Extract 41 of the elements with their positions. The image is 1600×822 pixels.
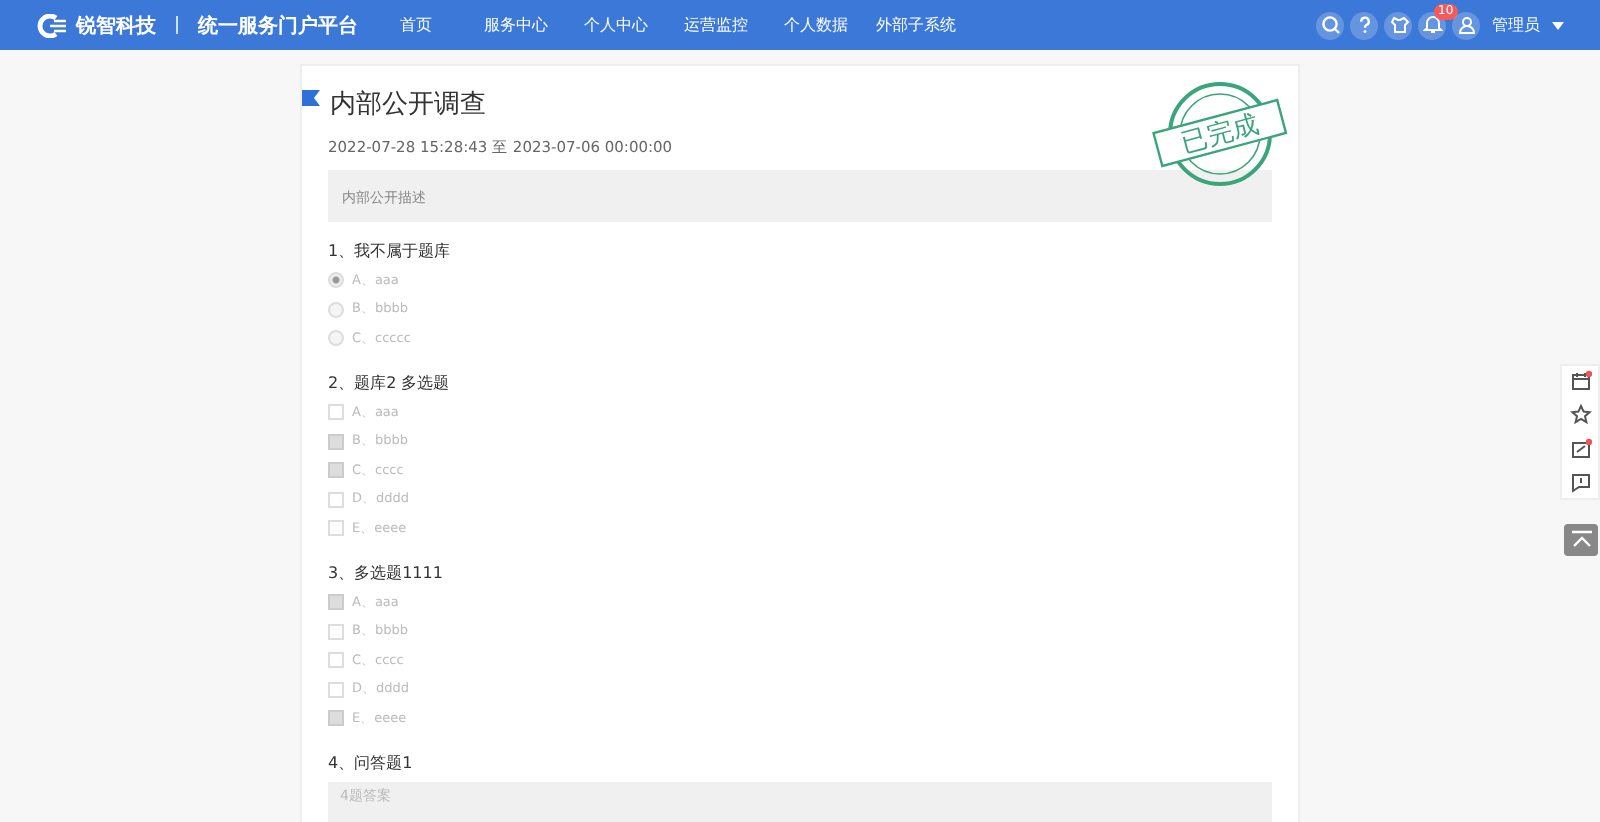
nav-link[interactable]: 个人数据 bbox=[766, 14, 866, 36]
checkbox[interactable] bbox=[328, 681, 344, 698]
radio-button[interactable] bbox=[328, 301, 344, 318]
checkbox[interactable] bbox=[328, 462, 344, 479]
user-menu[interactable]: 管理员 bbox=[1492, 14, 1540, 36]
nav-link[interactable]: 外部子系统 bbox=[866, 14, 966, 36]
checkbox[interactable] bbox=[328, 594, 344, 611]
logo-text: 锐智科技 bbox=[76, 13, 156, 39]
platform-title: 统一服务门户平台 bbox=[198, 12, 358, 39]
star-icon[interactable] bbox=[1569, 404, 1591, 426]
nav-link[interactable]: 服务中心 bbox=[466, 14, 566, 36]
survey-title: 内部公开调查 bbox=[330, 88, 486, 122]
caret-icon bbox=[1552, 21, 1564, 29]
message-icon[interactable] bbox=[1569, 472, 1591, 494]
checkbox[interactable] bbox=[328, 491, 344, 508]
nav-link[interactable]: 运营监控 bbox=[666, 14, 766, 36]
help-icon[interactable] bbox=[1350, 11, 1378, 39]
checkbox[interactable] bbox=[328, 404, 344, 421]
calendar-icon[interactable] bbox=[1569, 370, 1591, 392]
checkbox[interactable] bbox=[328, 710, 344, 727]
logo-icon bbox=[36, 13, 68, 37]
checkbox[interactable] bbox=[328, 520, 344, 537]
question-title: 3、多选题1111 bbox=[328, 561, 445, 584]
back-to-top-icon bbox=[1569, 530, 1593, 550]
checkbox[interactable] bbox=[328, 433, 344, 450]
question-title: 2、题库2 多选题 bbox=[328, 371, 452, 394]
completed-stamp: 已完成 bbox=[1150, 78, 1290, 190]
search-icon[interactable] bbox=[1316, 11, 1344, 39]
radio-button[interactable] bbox=[328, 272, 344, 289]
checkbox[interactable] bbox=[328, 652, 344, 669]
question-title: 1、我不属于题库 bbox=[328, 240, 453, 262]
flag-icon bbox=[302, 90, 320, 106]
radio-button[interactable] bbox=[328, 330, 344, 347]
edit-note-icon[interactable] bbox=[1569, 438, 1591, 460]
back-to-top-button[interactable] bbox=[1564, 524, 1598, 556]
checkbox[interactable] bbox=[328, 623, 344, 640]
nav-link[interactable]: 首页 bbox=[366, 14, 466, 36]
shirt-icon[interactable] bbox=[1384, 11, 1412, 39]
nav-link[interactable]: 个人中心 bbox=[566, 14, 666, 36]
user-icon[interactable] bbox=[1452, 11, 1480, 39]
question-title: 4、问答题1 bbox=[328, 751, 415, 774]
